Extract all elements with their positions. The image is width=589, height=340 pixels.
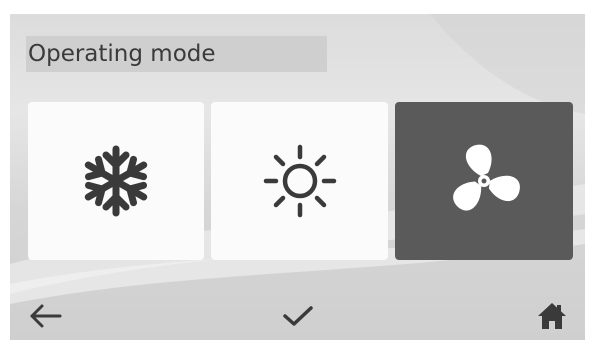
page-title: Operating mode [26,36,327,72]
confirm-button[interactable] [274,296,322,336]
back-button[interactable] [22,296,70,336]
mode-heat-button[interactable] [211,102,388,260]
checkmark-icon [282,304,314,328]
mode-cool-button[interactable] [28,102,204,260]
snowflake-icon [76,141,156,221]
fan-icon [442,139,526,223]
arrow-left-icon [29,304,63,328]
thermostat-screen: Operating mode [10,14,585,340]
home-icon [537,302,567,330]
mode-fan-button[interactable] [395,102,573,260]
home-button[interactable] [528,296,576,336]
sun-icon [258,139,342,223]
